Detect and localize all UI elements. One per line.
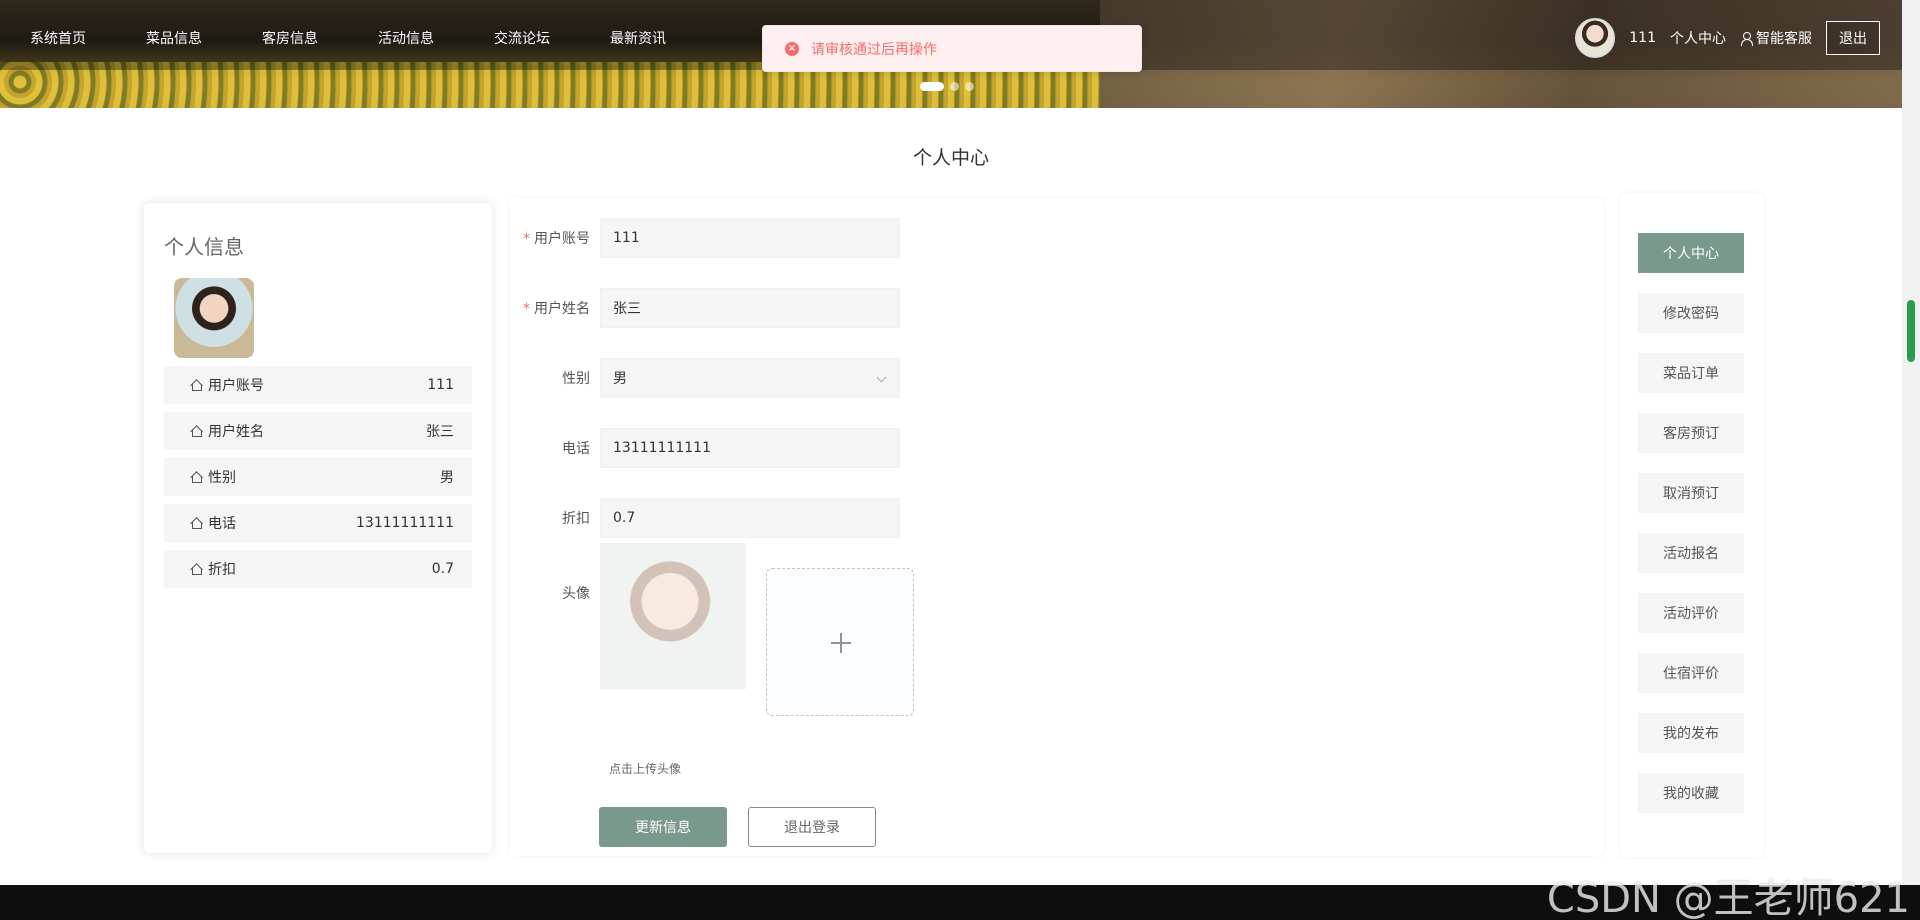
phone-row: 电话 13111111111 (510, 428, 900, 468)
phone-input[interactable]: 13111111111 (600, 428, 900, 468)
home-icon (190, 517, 202, 529)
scrollbar-thumb[interactable] (1907, 300, 1915, 362)
info-label: 性别 (208, 470, 236, 486)
error-circle-icon: × (785, 41, 799, 56)
chevron-down-icon (876, 372, 887, 383)
user-area: 111 个人中心 智能客服 退出 (1575, 18, 1880, 58)
service-link[interactable]: 智能客服 (1740, 28, 1812, 48)
nav-item-news[interactable]: 最新资讯 (580, 28, 696, 48)
menu-item-profile[interactable]: 个人中心 (1638, 233, 1744, 273)
toast-message: 请审核通过后再操作 (811, 41, 937, 58)
carousel-dot[interactable] (965, 82, 974, 91)
menu-item-cancel-booking[interactable]: 取消预订 (1638, 473, 1744, 513)
info-row: 电话 13111111111 (164, 504, 472, 542)
menu-item-dish-orders[interactable]: 菜品订单 (1638, 353, 1744, 393)
logout-button[interactable]: 退出 (1826, 21, 1880, 55)
nav-item-activities[interactable]: 活动信息 (348, 28, 464, 48)
nav-item-home[interactable]: 系统首页 (0, 28, 116, 48)
info-row: 折扣 0.7 (164, 550, 472, 588)
info-row: 用户姓名 张三 (164, 412, 472, 450)
home-icon (190, 471, 202, 483)
nav-item-dishes[interactable]: 菜品信息 (116, 28, 232, 48)
upload-hint: 点击上传头像 (609, 762, 682, 776)
carousel-dot[interactable] (950, 82, 959, 91)
name-input[interactable]: 张三 (600, 288, 900, 328)
name-label: * 用户姓名 (523, 301, 590, 317)
menu-item-my-favorites[interactable]: 我的收藏 (1638, 773, 1744, 813)
avatar-row: 头像 (510, 543, 746, 689)
page-title: 个人中心 (912, 147, 989, 169)
logout-account-button[interactable]: 退出登录 (748, 807, 876, 847)
avatar[interactable] (1575, 18, 1616, 58)
gender-row: 性别 男 (510, 358, 900, 398)
account-row: * 用户账号 111 (510, 218, 900, 258)
info-value: 男 (440, 470, 454, 486)
info-row: 用户账号 111 (164, 366, 472, 404)
user-center-link[interactable]: 个人中心 (1670, 28, 1726, 48)
avatar-preview-image (600, 543, 746, 689)
info-value: 张三 (426, 424, 454, 440)
info-label: 用户账号 (208, 378, 264, 394)
phone-label: 电话 (562, 441, 590, 457)
info-value: 13111111111 (356, 515, 454, 531)
person-icon (1740, 31, 1753, 46)
carousel-dot[interactable] (920, 82, 944, 91)
menu-item-change-password[interactable]: 修改密码 (1638, 293, 1744, 333)
home-icon (190, 563, 202, 575)
profile-card-title: 个人信息 (164, 235, 244, 259)
side-menu: 个人中心 修改密码 菜品订单 客房预订 取消预订 活动报名 活动评价 住宿评价 … (1620, 193, 1764, 857)
error-toast: × 请审核通过后再操作 (762, 25, 1142, 72)
username: 111 (1629, 30, 1656, 46)
home-icon (190, 379, 202, 391)
gender-label: 性别 (562, 371, 590, 387)
page-scrollbar[interactable] (1902, 0, 1920, 885)
info-label: 用户姓名 (208, 424, 264, 440)
nav-item-rooms[interactable]: 客房信息 (232, 28, 348, 48)
info-value: 0.7 (431, 561, 454, 577)
discount-label: 折扣 (562, 511, 590, 527)
nav-item-forum[interactable]: 交流论坛 (464, 28, 580, 48)
info-value: 111 (427, 377, 454, 393)
info-label: 折扣 (208, 562, 236, 578)
menu-item-room-booking[interactable]: 客房预订 (1638, 413, 1744, 453)
menu-item-my-posts[interactable]: 我的发布 (1638, 713, 1744, 753)
profile-avatar (174, 278, 254, 358)
carousel-indicators (920, 82, 974, 91)
service-label: 智能客服 (1756, 31, 1812, 47)
info-row: 性别 男 (164, 458, 472, 496)
avatar-label: 头像 (562, 586, 590, 602)
account-label: * 用户账号 (523, 231, 590, 247)
avatar-upload-button[interactable] (766, 568, 914, 716)
top-nav: 系统首页 菜品信息 客房信息 活动信息 交流论坛 最新资讯 (0, 20, 696, 56)
profile-card: 个人信息 用户账号 111 用户姓名 张三 性别 男 电话 1311111111… (144, 203, 492, 853)
home-icon (190, 425, 202, 437)
watermark: CSDN @王老师621 (1546, 876, 1910, 920)
menu-item-activity-signup[interactable]: 活动报名 (1638, 533, 1744, 573)
info-label: 电话 (208, 516, 236, 532)
discount-input[interactable]: 0.7 (600, 498, 900, 538)
update-info-button[interactable]: 更新信息 (599, 807, 727, 847)
gender-value: 男 (613, 371, 627, 387)
account-input[interactable]: 111 (600, 218, 900, 258)
name-row: * 用户姓名 张三 (510, 288, 900, 328)
menu-item-activity-review[interactable]: 活动评价 (1638, 593, 1744, 633)
gender-select[interactable]: 男 (600, 358, 900, 398)
menu-item-stay-review[interactable]: 住宿评价 (1638, 653, 1744, 693)
discount-row: 折扣 0.7 (510, 498, 900, 538)
